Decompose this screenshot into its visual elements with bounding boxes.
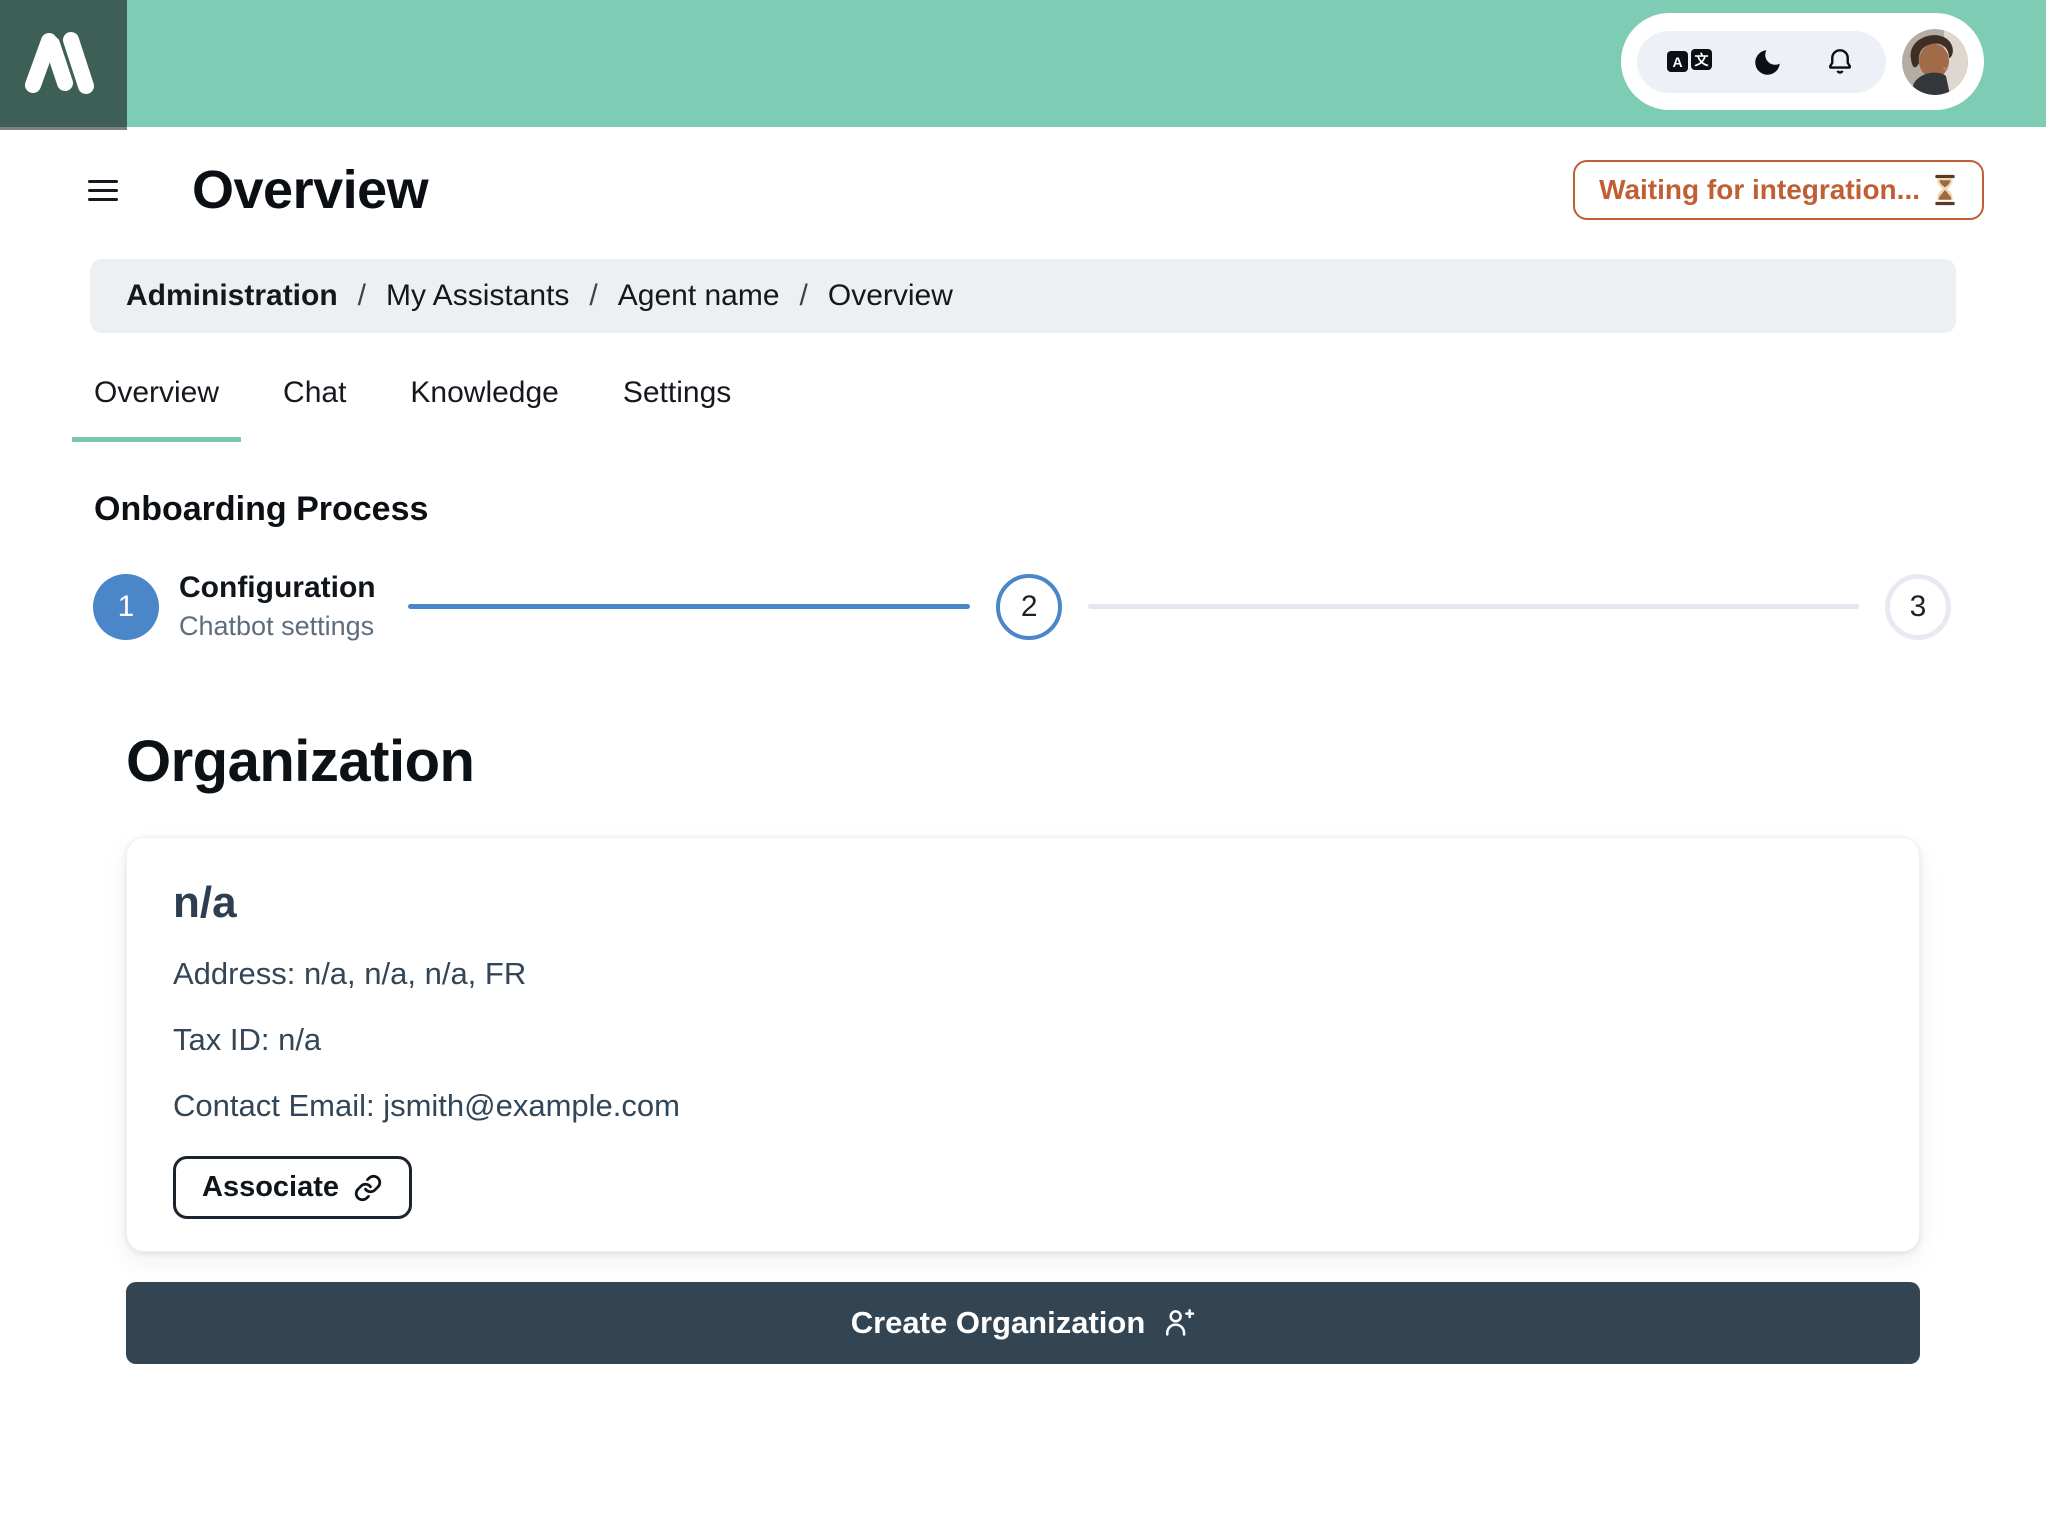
step-connector-active <box>407 604 971 609</box>
create-organization-label: Create Organization <box>850 1305 1146 1340</box>
translate-icon-cjk: 文 <box>1691 49 1712 70</box>
translate-icon-latin: A <box>1667 51 1688 72</box>
organization-address: Address: n/a, n/a, n/a, FR <box>173 956 527 991</box>
onboarding-section: Onboarding Process 1 Configuration Chatb… <box>0 490 2046 642</box>
step-3-circle[interactable]: 3 <box>1885 573 1951 640</box>
header-actions: A 文 <box>1621 13 1984 110</box>
title-row: Overview Waiting for integration... <box>88 159 1984 221</box>
person-plus-icon <box>1166 1309 1195 1336</box>
step-1-subtitle: Chatbot settings <box>179 611 375 641</box>
breadcrumb-item-overview[interactable]: Overview <box>828 279 953 313</box>
avatar-image <box>1902 28 1968 95</box>
step-connector-upcoming <box>1088 604 1859 609</box>
organization-heading: Organization <box>126 729 475 794</box>
alma-logo[interactable] <box>0 0 127 127</box>
create-organization-button[interactable]: Create Organization <box>126 1282 1920 1364</box>
step-1: 1 Configuration Chatbot settings <box>93 571 376 642</box>
user-avatar[interactable] <box>1902 28 1968 95</box>
step-2-circle[interactable]: 2 <box>996 573 1063 640</box>
organization-tax-id: Tax ID: n/a <box>173 1022 322 1057</box>
status-button[interactable]: Waiting for integration... <box>1573 160 1984 220</box>
bell-icon[interactable] <box>1824 46 1856 78</box>
organization-card: n/a Address: n/a, n/a, n/a, FR Tax ID: n… <box>126 837 1920 1252</box>
tab-settings[interactable]: Settings <box>601 375 753 442</box>
tab-overview[interactable]: Overview <box>72 375 242 442</box>
organization-section: Organization n/a Address: n/a, n/a, n/a,… <box>126 728 1920 1364</box>
breadcrumb-separator: / <box>357 279 367 312</box>
onboarding-stepper: 1 Configuration Chatbot settings 2 3 <box>93 571 1951 642</box>
status-label: Waiting for integration... <box>1599 174 1920 205</box>
organization-contact-email: Contact Email: jsmith@example.com <box>173 1088 680 1123</box>
tab-bar: Overview Chat Knowledge Settings <box>72 375 2046 442</box>
organization-name: n/a <box>173 878 237 927</box>
page-title: Overview <box>192 160 429 220</box>
tab-knowledge[interactable]: Knowledge <box>388 375 580 442</box>
breadcrumb-item-agent-name[interactable]: Agent name <box>618 279 780 313</box>
moon-icon[interactable] <box>1752 46 1784 78</box>
breadcrumb-item-administration[interactable]: Administration <box>126 279 338 313</box>
breadcrumb: Administration / My Assistants / Agent n… <box>90 259 1956 333</box>
logo-mark-icon <box>25 32 94 94</box>
step-1-labels: Configuration Chatbot settings <box>179 571 376 642</box>
breadcrumb-separator: / <box>799 279 808 312</box>
onboarding-heading: Onboarding Process <box>94 490 429 528</box>
associate-label: Associate <box>202 1171 340 1203</box>
step-1-circle[interactable]: 1 <box>93 573 159 640</box>
main-content: Overview Waiting for integration... Admi… <box>0 159 2046 1364</box>
breadcrumb-separator: / <box>589 279 598 312</box>
step-1-title: Configuration <box>179 571 376 604</box>
hourglass-icon <box>1935 174 1955 206</box>
hamburger-icon[interactable] <box>88 179 118 201</box>
tab-chat[interactable]: Chat <box>261 375 368 442</box>
header-icon-group: A 文 <box>1637 30 1886 93</box>
link-icon <box>354 1174 382 1201</box>
associate-button[interactable]: Associate <box>173 1156 413 1219</box>
translate-icon[interactable]: A 文 <box>1667 49 1712 72</box>
breadcrumb-item-my-assistants[interactable]: My Assistants <box>386 279 569 313</box>
app-header: A 文 <box>0 0 2046 127</box>
